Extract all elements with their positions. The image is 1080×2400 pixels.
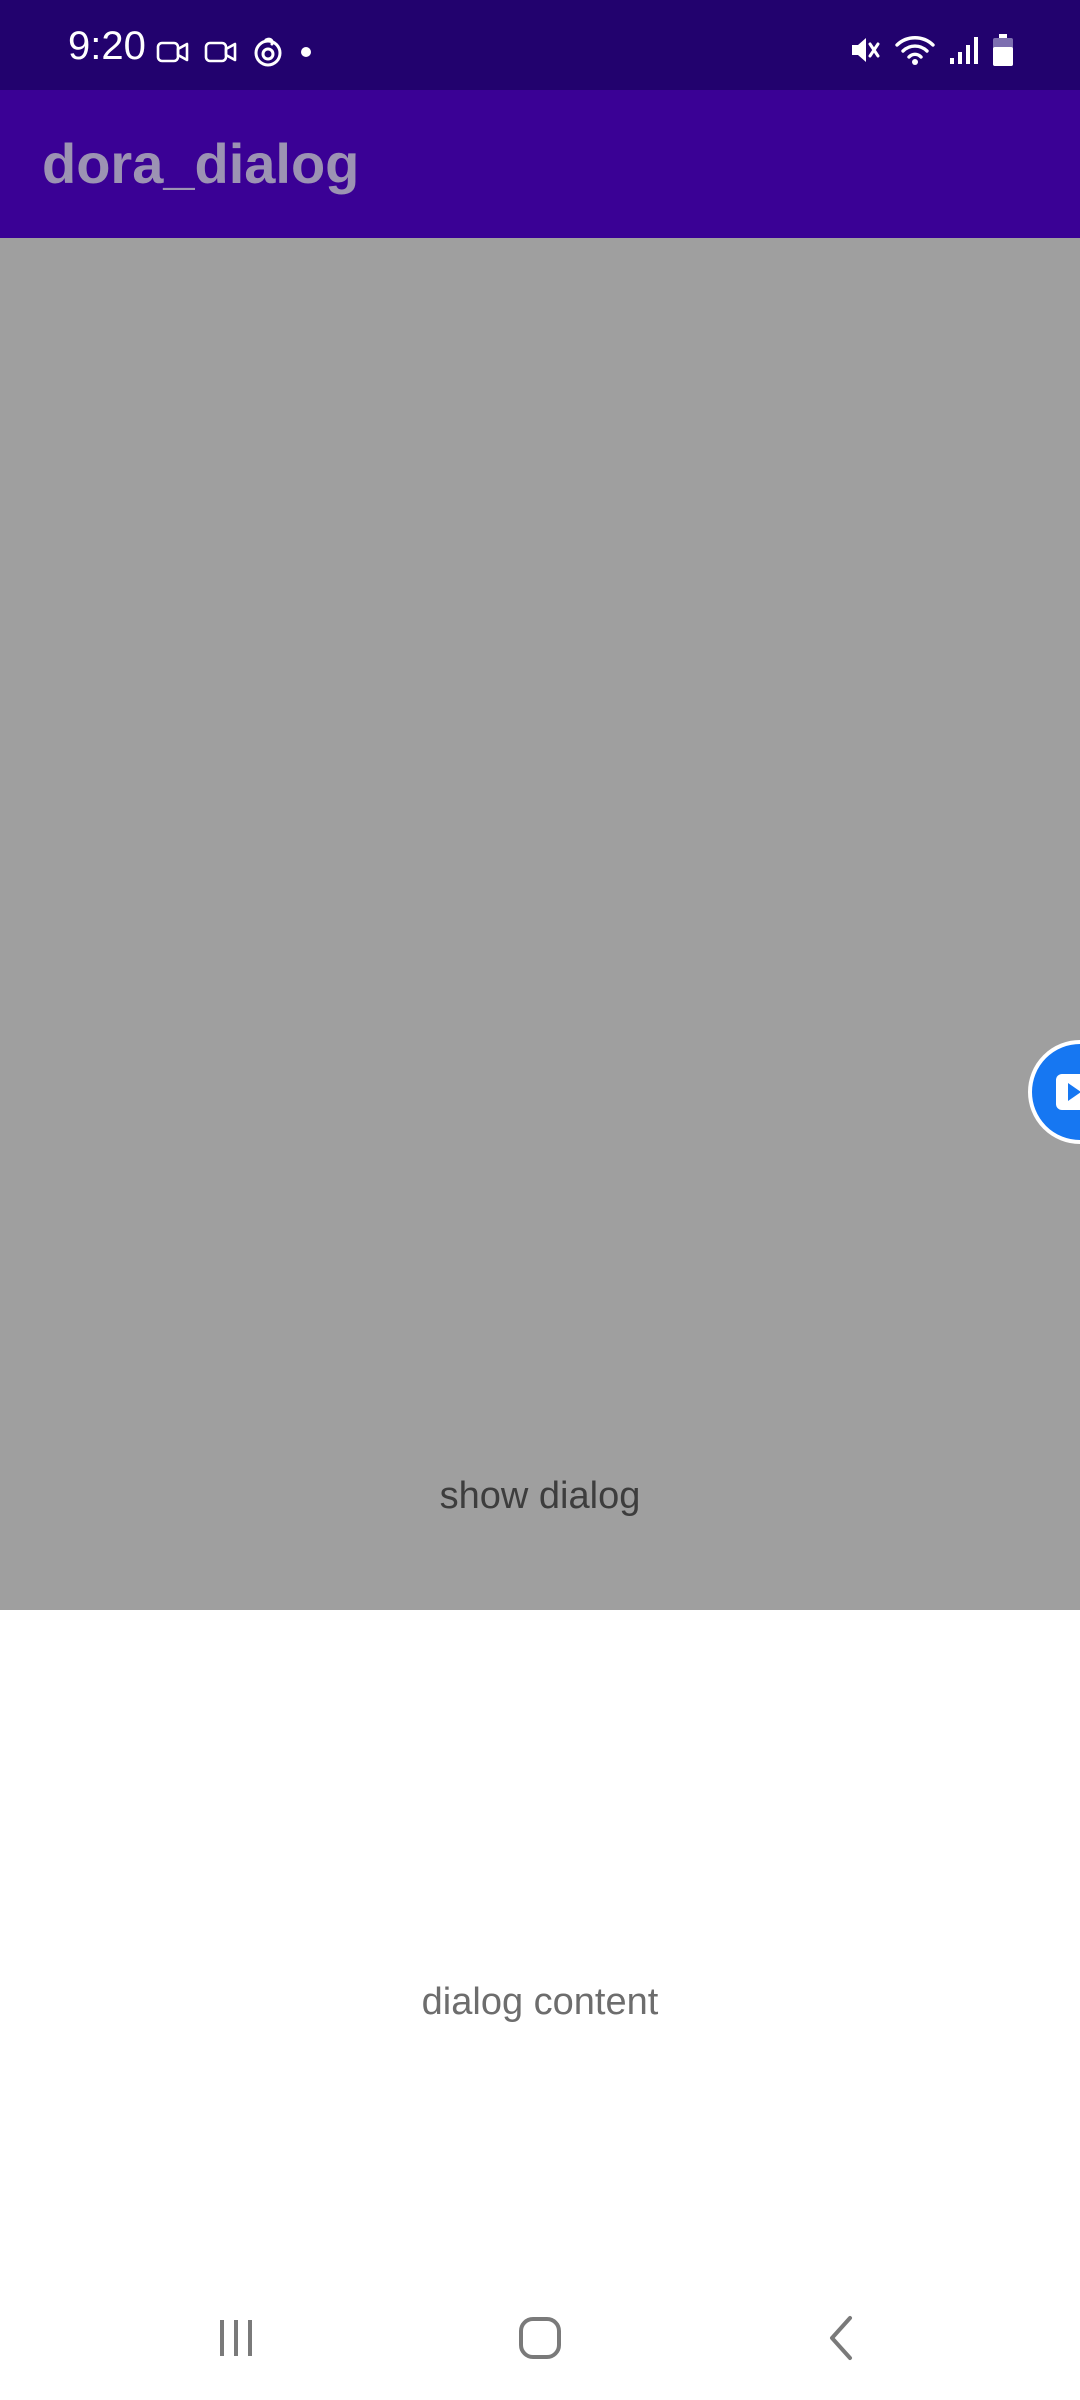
status-left-icons [156, 34, 314, 70]
dialog-sheet: dialog content [0, 1610, 1080, 2280]
home-icon [516, 2314, 564, 2367]
battery-icon [992, 33, 1014, 67]
netease-music-icon [252, 36, 284, 68]
status-time: 9:20 [68, 24, 146, 68]
status-right-icons [848, 30, 1014, 70]
back-button[interactable] [782, 2290, 902, 2390]
recents-button[interactable] [176, 2290, 296, 2390]
app-bar: dora_dialog [0, 90, 1080, 238]
home-button[interactable] [480, 2290, 600, 2390]
mute-icon [848, 33, 882, 67]
dialog-content-text: dialog content [421, 1981, 659, 2023]
video-call-icon [156, 38, 190, 66]
notification-dot-icon [298, 44, 314, 60]
play-icon [1054, 1070, 1080, 1119]
navigation-bar [0, 2280, 1080, 2400]
show-dialog-button[interactable]: show dialog [340, 1458, 740, 1534]
status-bar: 9:20 [0, 0, 1080, 90]
recents-icon [214, 2316, 258, 2365]
app-title: dora_dialog [42, 132, 360, 195]
signal-icon [948, 34, 980, 66]
video-call-icon [204, 38, 238, 66]
wifi-icon [894, 33, 936, 67]
back-icon [822, 2314, 862, 2367]
dialog-scrim[interactable]: show dialog [0, 238, 1080, 1610]
